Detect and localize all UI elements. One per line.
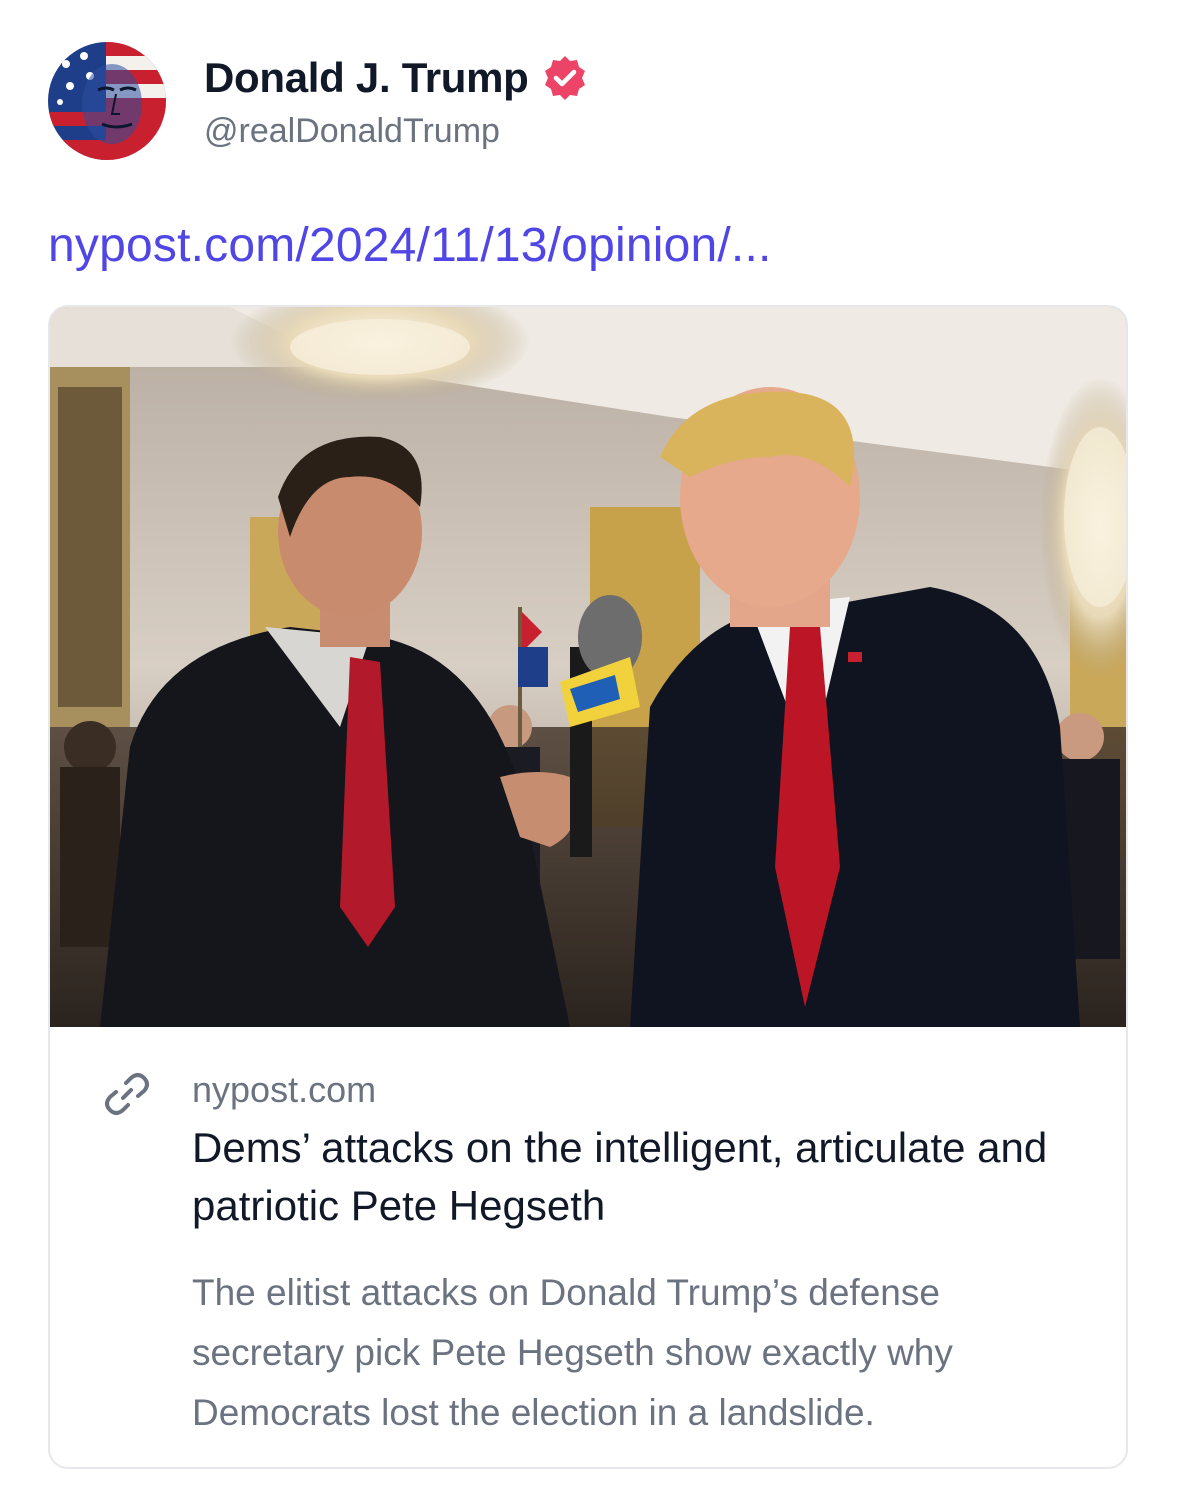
link-preview-card[interactable]: nypost.com Dems’ attacks on the intellig…: [48, 305, 1128, 1469]
link-preview-body: nypost.com Dems’ attacks on the intellig…: [50, 1027, 1126, 1467]
post-header: Donald J. Trump @realDonaldTrump: [48, 40, 1128, 164]
link-icon: [102, 1069, 152, 1119]
card-domain: nypost.com: [192, 1069, 377, 1110]
author-handle[interactable]: @realDonaldTrump: [204, 112, 589, 151]
article-photo-image: [50, 307, 1126, 1027]
author-display-name[interactable]: Donald J. Trump: [204, 54, 529, 102]
author-avatar[interactable]: [48, 42, 166, 160]
article-photo: [50, 307, 1126, 1027]
verified-badge-icon: [541, 54, 589, 102]
author-names: Donald J. Trump @realDonaldTrump: [204, 48, 589, 151]
flag-portrait-avatar-icon: [48, 42, 166, 160]
card-description: The elitist attacks on Donald Trump’s de…: [192, 1272, 953, 1433]
display-name-row: Donald J. Trump: [204, 48, 589, 108]
card-title[interactable]: Dems’ attacks on the intelligent, articu…: [192, 1119, 1072, 1235]
post-link[interactable]: nypost.com/2024/11/13/opinion/...: [48, 218, 772, 273]
